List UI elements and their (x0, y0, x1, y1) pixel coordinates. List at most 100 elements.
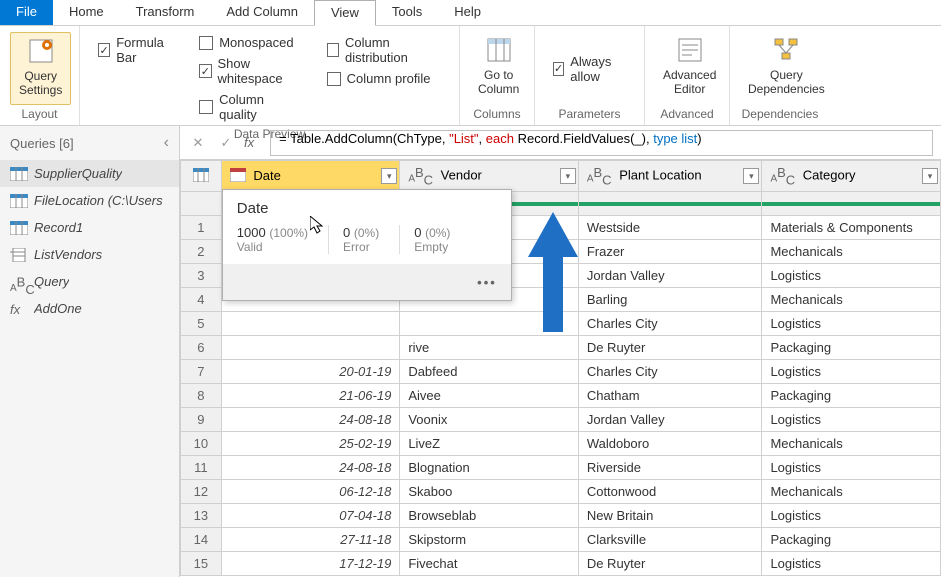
table-row[interactable]: 1307-04-18BrowseblabNew BritainLogistics (181, 504, 941, 528)
row-number[interactable]: 3 (181, 264, 222, 288)
query-deps-button[interactable]: Query Dependencies (740, 32, 833, 105)
cell-category[interactable]: Packaging (762, 528, 941, 552)
table-row[interactable]: 821-06-19AiveeChathamPackaging (181, 384, 941, 408)
row-number[interactable]: 13 (181, 504, 222, 528)
show-whitespace-checkbox[interactable]: Show whitespace (191, 53, 312, 89)
cell-date[interactable]: 20-01-19 (221, 360, 400, 384)
filter-dropdown-icon[interactable] (922, 168, 938, 184)
table-row[interactable]: 6riveDe RuyterPackaging (181, 336, 941, 360)
query-item[interactable]: FileLocation (C:\Users (0, 187, 179, 214)
cell-vendor[interactable]: rive (400, 336, 579, 360)
row-number[interactable]: 4 (181, 288, 222, 312)
cell-date[interactable]: 24-08-18 (221, 408, 400, 432)
row-number[interactable]: 7 (181, 360, 222, 384)
column-profile-checkbox[interactable]: Column profile (319, 68, 449, 89)
cell-category[interactable]: Logistics (762, 360, 941, 384)
corner-cell[interactable] (181, 161, 222, 192)
column-distribution-checkbox[interactable]: Column distribution (319, 32, 449, 68)
cell-category[interactable]: Logistics (762, 552, 941, 576)
cell-date[interactable]: 27-11-18 (221, 528, 400, 552)
cell-vendor[interactable]: Fivechat (400, 552, 579, 576)
cell-plant[interactable]: New Britain (578, 504, 762, 528)
cell-category[interactable]: Packaging (762, 384, 941, 408)
menu-add-column[interactable]: Add Column (210, 0, 314, 25)
menu-view[interactable]: View (314, 0, 376, 26)
table-row[interactable]: 1124-08-18BlognationRiversideLogistics (181, 456, 941, 480)
row-number[interactable]: 12 (181, 480, 222, 504)
row-number[interactable]: 15 (181, 552, 222, 576)
cell-date[interactable]: 25-02-19 (221, 432, 400, 456)
cell-vendor[interactable]: Skaboo (400, 480, 579, 504)
table-row[interactable]: 5Charles CityLogistics (181, 312, 941, 336)
commit-formula-icon[interactable]: ✓ (216, 133, 236, 153)
cell-category[interactable]: Mechanicals (762, 240, 941, 264)
cell-date[interactable]: 07-04-18 (221, 504, 400, 528)
query-item[interactable]: Record1 (0, 214, 179, 241)
cell-category[interactable]: Logistics (762, 312, 941, 336)
row-number[interactable]: 11 (181, 456, 222, 480)
cell-plant[interactable]: Jordan Valley (578, 408, 762, 432)
row-number[interactable]: 6 (181, 336, 222, 360)
cell-plant[interactable]: Riverside (578, 456, 762, 480)
query-item[interactable]: fxAddOne (0, 295, 179, 322)
cell-plant[interactable]: Charles City (578, 360, 762, 384)
cell-vendor[interactable]: Dabfeed (400, 360, 579, 384)
cell-date[interactable]: 21-06-19 (221, 384, 400, 408)
column-header-category[interactable]: ABC Category (762, 161, 941, 192)
cell-vendor[interactable]: LiveZ (400, 432, 579, 456)
row-number[interactable]: 9 (181, 408, 222, 432)
menu-home[interactable]: Home (53, 0, 120, 25)
menu-transform[interactable]: Transform (120, 0, 211, 25)
row-number[interactable]: 8 (181, 384, 222, 408)
row-number[interactable]: 5 (181, 312, 222, 336)
table-row[interactable]: 1517-12-19FivechatDe RuyterLogistics (181, 552, 941, 576)
cell-category[interactable]: Logistics (762, 408, 941, 432)
always-allow-checkbox[interactable]: Always allow (545, 32, 634, 105)
cell-vendor[interactable]: Blognation (400, 456, 579, 480)
menu-tools[interactable]: Tools (376, 0, 438, 25)
cell-vendor[interactable]: Aivee (400, 384, 579, 408)
cell-category[interactable]: Mechanicals (762, 480, 941, 504)
cell-date[interactable] (221, 312, 400, 336)
cell-category[interactable]: Mechanicals (762, 432, 941, 456)
row-number[interactable]: 10 (181, 432, 222, 456)
monospaced-checkbox[interactable]: Monospaced (191, 32, 312, 53)
cell-category[interactable]: Logistics (762, 456, 941, 480)
cell-plant[interactable]: Cottonwood (578, 480, 762, 504)
column-header-vendor[interactable]: ABC Vendor (400, 161, 579, 192)
cell-date[interactable] (221, 336, 400, 360)
fx-icon[interactable]: fx (244, 135, 254, 150)
column-header-plant[interactable]: ABC Plant Location (578, 161, 762, 192)
cell-plant[interactable]: Waldoboro (578, 432, 762, 456)
query-item[interactable]: ListVendors (0, 241, 179, 268)
table-row[interactable]: 720-01-19DabfeedCharles CityLogistics (181, 360, 941, 384)
row-number[interactable]: 14 (181, 528, 222, 552)
cell-plant[interactable]: Frazer (578, 240, 762, 264)
advanced-editor-button[interactable]: Advanced Editor (655, 32, 724, 105)
filter-dropdown-icon[interactable] (560, 168, 576, 184)
cell-plant[interactable]: De Ruyter (578, 552, 762, 576)
filter-dropdown-icon[interactable] (381, 168, 397, 184)
cell-date[interactable]: 24-08-18 (221, 456, 400, 480)
query-settings-button[interactable]: Query Settings (10, 32, 71, 105)
table-row[interactable]: 924-08-18VoonixJordan ValleyLogistics (181, 408, 941, 432)
filter-dropdown-icon[interactable] (743, 168, 759, 184)
tooltip-more-button[interactable]: ••• (223, 264, 511, 300)
row-number[interactable]: 1 (181, 216, 222, 240)
cell-plant[interactable]: Westside (578, 216, 762, 240)
table-container[interactable]: Date Date 1000 (100%) Valid (180, 160, 941, 577)
cell-date[interactable]: 17-12-19 (221, 552, 400, 576)
cell-date[interactable]: 06-12-18 (221, 480, 400, 504)
cell-category[interactable]: Mechanicals (762, 288, 941, 312)
cell-plant[interactable]: Clarksville (578, 528, 762, 552)
column-header-date[interactable]: Date Date 1000 (100%) Valid (221, 161, 400, 192)
cell-vendor[interactable]: Browseblab (400, 504, 579, 528)
table-row[interactable]: 1427-11-18SkipstormClarksvillePackaging (181, 528, 941, 552)
cell-plant[interactable]: Barling (578, 288, 762, 312)
cell-category[interactable]: Logistics (762, 264, 941, 288)
formula-bar-checkbox[interactable]: Formula Bar (90, 32, 185, 68)
query-item[interactable]: ABCQuery (0, 268, 179, 295)
cell-plant[interactable]: Chatham (578, 384, 762, 408)
cell-plant[interactable]: Jordan Valley (578, 264, 762, 288)
cell-vendor[interactable]: Skipstorm (400, 528, 579, 552)
